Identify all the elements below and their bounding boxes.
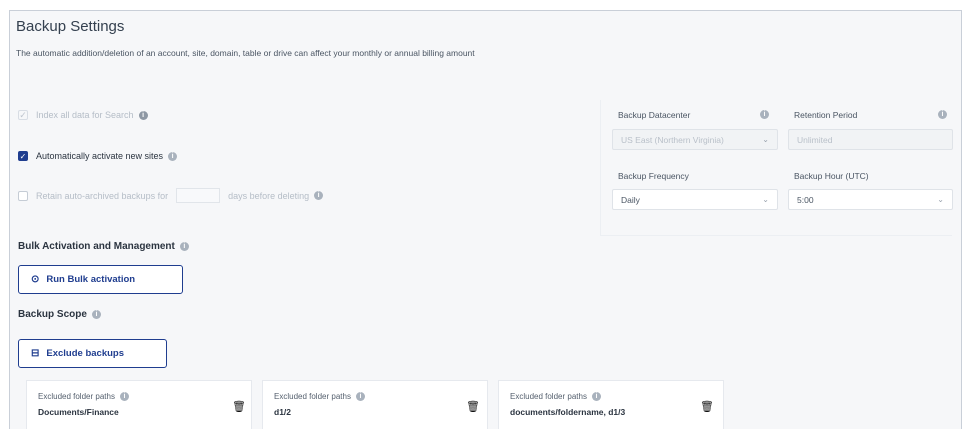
excluded-path-label: Excluded folder paths i [510, 392, 601, 401]
retain-backups-option[interactable]: Retain auto-archived backups for days be… [18, 188, 324, 203]
datacenter-panel [600, 100, 952, 236]
chevron-down-icon: ⌄ [762, 195, 769, 204]
chevron-down-icon: ⌄ [762, 135, 769, 144]
page-title: Backup Settings [16, 18, 125, 35]
exclude-icon: ⊟ [31, 348, 40, 359]
info-icon[interactable]: i [119, 392, 129, 401]
retention-value: Unlimited [797, 134, 833, 145]
chevron-down-icon: ⌄ [937, 195, 944, 204]
run-bulk-activation-button[interactable]: ⊙ Run Bulk activation [18, 265, 183, 294]
bulk-heading-label: Bulk Activation and Management [18, 241, 175, 252]
datacenter-value: US East (Northern Virginia) [621, 134, 724, 145]
info-icon[interactable]: i [91, 310, 101, 319]
trash-icon[interactable]: 🗑 [466, 400, 480, 413]
activate-sites-label: Automatically activate new sites [36, 151, 164, 161]
info-icon[interactable]: i [355, 392, 365, 401]
run-bulk-activation-label: Run Bulk activation [46, 274, 136, 285]
hour-select[interactable]: 5:00 ⌄ [788, 189, 953, 210]
retention-input[interactable]: Unlimited [788, 129, 953, 150]
retain-backups-checkbox[interactable] [18, 190, 28, 201]
frequency-label: Backup Frequency [618, 171, 689, 181]
datacenter-select[interactable]: US East (Northern Virginia) ⌄ [612, 129, 778, 150]
exclude-backups-label: Exclude backups [46, 348, 125, 359]
info-icon[interactable]: i [760, 110, 769, 119]
hour-value: 5:00 [797, 194, 814, 205]
info-icon[interactable]: i [138, 110, 148, 120]
excluded-path-card: Excluded folder paths i d1/2 🗑 [262, 380, 488, 429]
trash-icon[interactable]: 🗑 [232, 400, 246, 413]
retention-label: Retention Period [794, 110, 858, 120]
retain-prefix-label: Retain auto-archived backups for [36, 190, 169, 201]
scope-heading-label: Backup Scope [18, 309, 87, 320]
index-search-checkbox[interactable]: ✓ [18, 110, 28, 120]
excluded-path-label-text: Excluded folder paths [510, 392, 587, 401]
exclude-backups-button[interactable]: ⊟ Exclude backups [18, 339, 167, 368]
excluded-path-label-text: Excluded folder paths [274, 392, 351, 401]
retain-days-input[interactable] [176, 188, 221, 203]
trash-icon[interactable]: 🗑 [700, 400, 714, 413]
index-search-option[interactable]: ✓ Index all data for Search i [18, 110, 148, 120]
activate-sites-option[interactable]: ✓ Automatically activate new sites i [18, 151, 178, 161]
activate-sites-checkbox[interactable]: ✓ [18, 151, 28, 161]
index-search-label: Index all data for Search [36, 110, 134, 120]
excluded-path-label: Excluded folder paths i [274, 392, 365, 401]
excluded-path-card: Excluded folder paths i Documents/Financ… [26, 380, 252, 429]
excluded-path-label-text: Excluded folder paths [38, 392, 115, 401]
excluded-path-value: documents/foldername, d1/3 [510, 407, 626, 417]
retain-suffix-label: days before deleting [228, 190, 310, 201]
info-icon[interactable]: i [179, 242, 189, 251]
scope-heading: Backup Scope i [18, 309, 101, 320]
bulk-heading: Bulk Activation and Management i [18, 241, 189, 252]
datacenter-label: Backup Datacenter [618, 110, 691, 120]
excluded-path-label: Excluded folder paths i [38, 392, 129, 401]
frequency-select[interactable]: Daily ⌄ [612, 189, 778, 210]
billing-description: The automatic addition/deletion of an ac… [16, 48, 475, 58]
info-icon[interactable]: i [591, 392, 601, 401]
info-icon[interactable]: i [314, 191, 324, 200]
excluded-path-value: Documents/Finance [38, 407, 119, 417]
hour-label: Backup Hour (UTC) [794, 171, 869, 181]
frequency-value: Daily [621, 194, 640, 205]
info-icon[interactable]: i [168, 151, 178, 161]
play-circle-icon: ⊙ [31, 274, 40, 285]
info-icon[interactable]: i [938, 110, 947, 119]
excluded-path-value: d1/2 [274, 407, 292, 417]
excluded-path-card: Excluded folder paths i documents/folder… [498, 380, 724, 429]
